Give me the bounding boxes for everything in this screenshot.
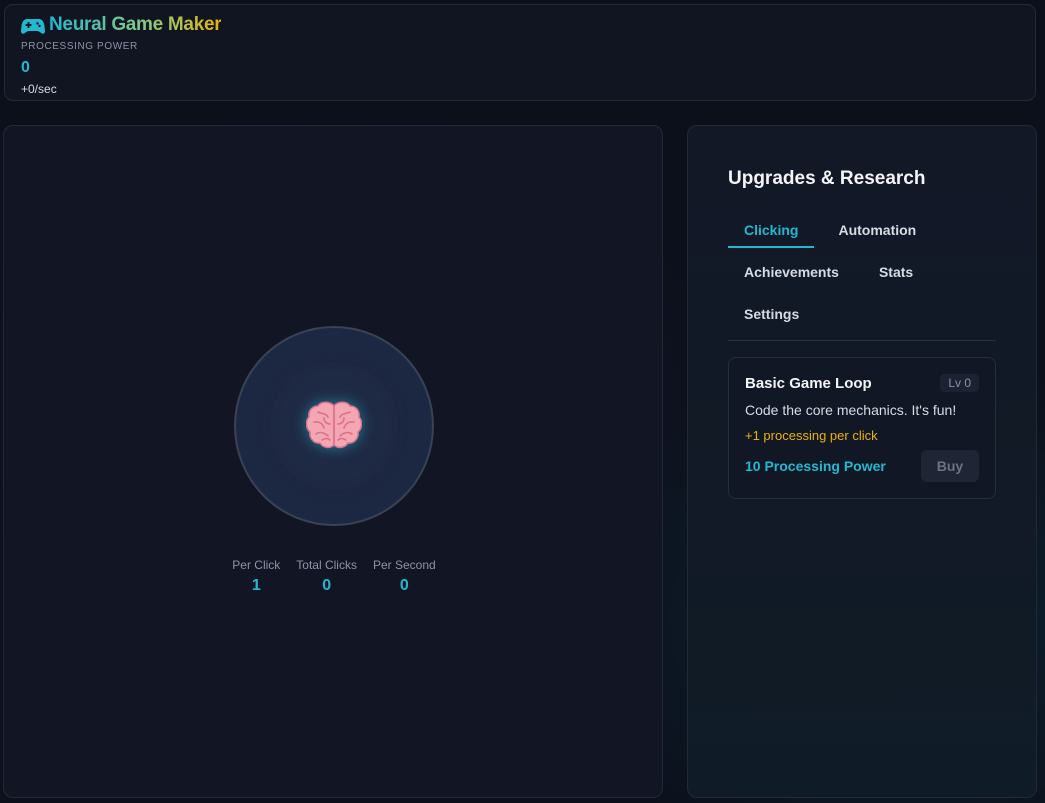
- per-second-stat: Per Second 0: [373, 558, 436, 595]
- upgrade-card-footer: 10 Processing Power Buy: [745, 450, 979, 482]
- total-clicks-stat: Total Clicks 0: [296, 558, 357, 595]
- title-row: Neural Game Maker: [21, 14, 1035, 36]
- total-clicks-value: 0: [322, 577, 332, 594]
- total-clicks-label: Total Clicks: [296, 558, 357, 572]
- upgrade-card-header: Basic Game Loop Lv 0: [745, 374, 979, 392]
- clicker-panel: Per Click 1 Total Clicks 0 Per Second 0: [3, 125, 663, 798]
- upgrade-description: Code the core mechanics. It's fun!: [745, 402, 957, 418]
- per-click-label: Per Click: [232, 558, 281, 572]
- upgrade-name: Basic Game Loop: [745, 374, 872, 392]
- tab-clicking[interactable]: Clicking: [728, 218, 815, 248]
- header-bar: Neural Game Maker PROCESSING POWER 0 +0/…: [4, 4, 1036, 101]
- buy-button[interactable]: Buy: [921, 450, 979, 482]
- upgrades-panel: Upgrades & Research Clicking Automation …: [687, 125, 1037, 798]
- tabs-divider: [728, 340, 996, 341]
- upgrade-effect: +1 processing per click: [745, 428, 878, 443]
- upgrade-tabs: Clicking Automation Achievements Stats S…: [728, 218, 996, 344]
- power-rate: +0/sec: [21, 82, 57, 96]
- brain-click-button[interactable]: [234, 326, 434, 526]
- processing-power-value: 0: [21, 59, 30, 76]
- app-title: Neural Game Maker: [49, 14, 222, 35]
- upgrade-level-badge: Lv 0: [940, 374, 979, 392]
- per-click-value: 1: [251, 577, 261, 594]
- click-stats: Per Click 1 Total Clicks 0 Per Second 0: [4, 558, 664, 595]
- gamepad-icon: [21, 18, 45, 34]
- per-second-label: Per Second: [372, 558, 436, 572]
- per-click-stat: Per Click 1: [232, 558, 280, 595]
- brain-icon: [306, 401, 362, 449]
- tab-achievements[interactable]: Achievements: [728, 260, 855, 290]
- tab-automation[interactable]: Automation: [822, 218, 932, 248]
- upgrade-cost: 10 Processing Power: [745, 458, 886, 474]
- per-second-value: 0: [399, 577, 409, 594]
- processing-power-label: PROCESSING POWER: [21, 41, 138, 52]
- tab-stats[interactable]: Stats: [863, 260, 929, 290]
- upgrade-card: Basic Game Loop Lv 0 Code the core mecha…: [728, 357, 996, 499]
- upgrades-title: Upgrades & Research: [728, 168, 926, 189]
- tab-settings[interactable]: Settings: [728, 302, 815, 332]
